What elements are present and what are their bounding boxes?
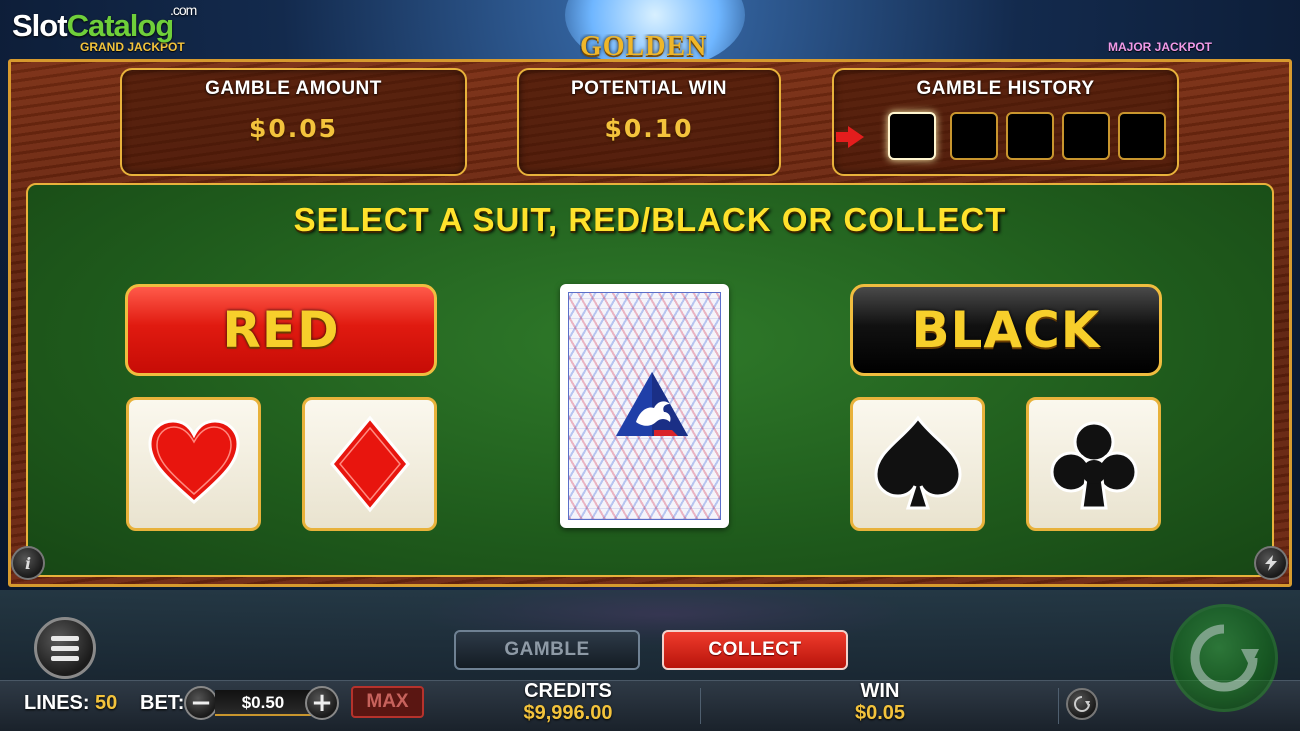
- refresh-icon: [1074, 696, 1090, 712]
- gamble-button[interactable]: GAMBLE: [454, 630, 640, 670]
- collect-button[interactable]: COLLECT: [662, 630, 848, 670]
- credits-value: $9,996.00: [523, 702, 613, 724]
- current-slot-arrow-icon: [836, 126, 864, 148]
- bet-decrease-button[interactable]: −: [184, 686, 218, 720]
- info-button[interactable]: i: [11, 546, 45, 580]
- major-jackpot-label: MAJOR JACKPOT: [1108, 40, 1213, 54]
- gamble-amount-title: GAMBLE AMOUNT: [205, 78, 382, 99]
- watermark-suffix: .com: [170, 2, 197, 18]
- lines-label: LINES:: [24, 692, 90, 714]
- win-value: $0.05: [854, 702, 906, 724]
- divider: [1058, 688, 1059, 724]
- max-bet-button[interactable]: MAX: [351, 686, 424, 718]
- hamburger-line: [51, 636, 79, 641]
- plus-icon: +: [311, 688, 333, 718]
- game-logo: GOLDEN: [580, 34, 708, 60]
- info-icon: i: [24, 553, 32, 573]
- history-slot: [1006, 112, 1054, 160]
- autoplay-settings-button[interactable]: [1066, 688, 1098, 720]
- divider: [700, 688, 701, 724]
- gamble-amount-box: GAMBLE AMOUNT $0.05: [120, 68, 467, 176]
- instruction-text: SELECT A SUIT, RED/BLACK OR COLLECT: [293, 201, 1007, 238]
- face-down-card: [560, 284, 729, 528]
- bet-value: $0.50: [215, 690, 311, 716]
- diamonds-button[interactable]: [302, 397, 437, 531]
- gamble-history-title: GAMBLE HISTORY: [916, 78, 1095, 99]
- card-back-pattern: [568, 292, 721, 520]
- hearts-button[interactable]: [126, 397, 261, 531]
- turbo-button[interactable]: [1254, 546, 1288, 580]
- bet-increase-button[interactable]: +: [305, 686, 339, 720]
- win-label: WIN: [860, 680, 900, 702]
- spades-button[interactable]: [850, 397, 985, 531]
- watermark-text-catalog: Catalog: [66, 8, 175, 43]
- potential-win-title: POTENTIAL WIN: [570, 78, 728, 99]
- lines-value: 50: [95, 692, 118, 714]
- dragon-emblem-icon: [616, 372, 688, 436]
- hearts-icon: [147, 419, 240, 504]
- gamble-history-box: GAMBLE HISTORY: [832, 68, 1179, 176]
- history-slot: [888, 112, 936, 160]
- clubs-button[interactable]: [1026, 397, 1161, 531]
- red-button[interactable]: RED: [125, 284, 437, 376]
- spin-arrow-icon: [1190, 624, 1259, 692]
- potential-win-box: POTENTIAL WIN $0.10: [517, 68, 781, 176]
- watermark-text-slot: Slot: [12, 8, 68, 43]
- spin-button[interactable]: [1170, 604, 1278, 712]
- spades-icon: [873, 415, 962, 510]
- credits-label: CREDITS: [524, 680, 612, 702]
- slotcatalog-watermark: SlotCatalog .com: [12, 2, 197, 44]
- clubs-icon: [1050, 421, 1137, 510]
- black-button[interactable]: BLACK: [850, 284, 1162, 376]
- bet-label: BET:: [140, 692, 185, 714]
- minus-icon: −: [190, 688, 212, 718]
- history-slot: [950, 112, 998, 160]
- history-slot: [1062, 112, 1110, 160]
- diamonds-icon: [329, 415, 410, 513]
- potential-win-value: $0.10: [604, 114, 694, 143]
- history-slot: [1118, 112, 1166, 160]
- menu-button[interactable]: [34, 617, 96, 679]
- hamburger-line: [51, 646, 79, 651]
- lightning-icon: [1265, 555, 1277, 571]
- gamble-amount-value: $0.05: [248, 114, 339, 143]
- hamburger-line: [51, 656, 79, 661]
